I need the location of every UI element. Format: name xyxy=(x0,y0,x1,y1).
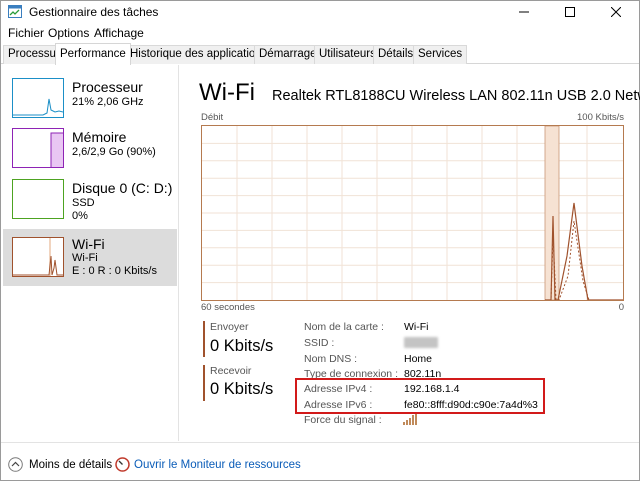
sidebar-wifi-throughput: E : 0 R : 0 Kbits/s xyxy=(72,265,157,277)
tab-services[interactable]: Services xyxy=(413,45,468,64)
footer-bar: Moins de détails Ouvrir le Moniteur de r… xyxy=(1,442,639,480)
ssid-redacted xyxy=(404,337,438,348)
send-stat: Envoyer 0 Kbits/s xyxy=(203,321,293,357)
tab-historique[interactable]: Historique des applications xyxy=(125,45,273,64)
receive-value: 0 Kbits/s xyxy=(210,380,274,398)
sidebar-processeur-usage: 21% 2,06 GHz xyxy=(72,96,144,108)
task-manager-window: Gestionnaire des tâches Fichier Options … xyxy=(0,0,640,481)
adapter-name: Realtek RTL8188CU Wireless LAN 802.11n U… xyxy=(272,88,640,104)
tab-performance[interactable]: Performance xyxy=(55,43,131,65)
open-resource-monitor-link[interactable]: Ouvrir le Moniteur de ressources xyxy=(134,459,301,471)
prop-label-force-signal: Force du signal : xyxy=(304,414,382,426)
sidebar-item-wifi[interactable]: Wi-Fi Wi-Fi E : 0 R : 0 Kbits/s xyxy=(3,229,177,286)
wifi-thumbnail-graph xyxy=(12,237,64,277)
menu-bar: Fichier Options Affichage xyxy=(1,24,639,42)
sidebar-disque-title: Disque 0 (C: D:) xyxy=(72,180,173,196)
close-icon xyxy=(611,7,621,17)
prop-label-nom-carte: Nom de la carte : xyxy=(304,321,384,333)
task-manager-icon xyxy=(8,5,22,18)
chevron-up-icon[interactable] xyxy=(8,457,23,472)
less-details-link[interactable]: Moins de détails xyxy=(29,459,112,471)
title-bar[interactable]: Gestionnaire des tâches xyxy=(1,1,639,23)
wifi-sparkline xyxy=(13,238,63,276)
page-title: Wi-Fi xyxy=(199,79,255,106)
prop-label-nom-dns: Nom DNS : xyxy=(304,353,358,365)
ip-address-highlight-box xyxy=(295,378,545,414)
resource-monitor-icon[interactable] xyxy=(115,457,130,472)
prop-value-nom-carte: Wi-Fi xyxy=(404,321,429,333)
memory-sparkline xyxy=(50,132,63,167)
menu-affichage[interactable]: Affichage xyxy=(94,26,144,40)
cpu-sparkline xyxy=(13,98,64,116)
tab-bar: Processus Performance Historique des app… xyxy=(1,43,639,65)
signal-strength-icon xyxy=(403,413,417,425)
graph-x-right-label: 0 xyxy=(618,302,624,313)
disk-thumbnail-graph xyxy=(12,179,64,219)
send-value: 0 Kbits/s xyxy=(210,337,274,355)
maximize-icon xyxy=(565,7,575,17)
sidebar-item-disque[interactable]: Disque 0 (C: D:) SSD 0% xyxy=(3,173,177,223)
maximize-button[interactable] xyxy=(547,1,593,23)
receive-label: Recevoir xyxy=(210,365,252,377)
sidebar-wifi-title: Wi-Fi xyxy=(72,236,105,252)
window-title: Gestionnaire des tâches xyxy=(29,5,159,19)
close-button[interactable] xyxy=(593,1,639,23)
prop-value-nom-dns: Home xyxy=(404,353,433,365)
graph-y-label: Débit xyxy=(201,112,224,123)
wifi-detail-panel: Wi-Fi Realtek RTL8188CU Wireless LAN 802… xyxy=(181,65,640,441)
graph-x-left-label: 60 secondes xyxy=(201,302,255,313)
menu-fichier[interactable]: Fichier xyxy=(8,26,44,40)
sidebar-processeur-title: Processeur xyxy=(72,79,143,95)
cpu-thumbnail-graph xyxy=(12,78,64,118)
throughput-graph-canvas xyxy=(202,125,623,301)
performance-sidebar: Processeur 21% 2,06 GHz Mémoire 2,6/2,9 … xyxy=(2,65,179,441)
menu-options[interactable]: Options xyxy=(48,26,89,40)
throughput-graph xyxy=(201,125,624,301)
minimize-button[interactable] xyxy=(501,1,547,23)
graph-y-max-label: 100 Kbits/s xyxy=(577,112,624,123)
minimize-icon xyxy=(519,11,529,13)
send-label: Envoyer xyxy=(210,321,249,333)
receive-stat: Recevoir 0 Kbits/s xyxy=(203,365,293,401)
sidebar-memoire-usage: 2,6/2,9 Go (90%) xyxy=(72,146,156,158)
tab-utilisateurs[interactable]: Utilisateurs xyxy=(314,45,381,64)
sidebar-disque-usage: 0% xyxy=(72,210,88,222)
sidebar-wifi-type: Wi-Fi xyxy=(72,252,98,264)
sidebar-disque-type: SSD xyxy=(72,197,95,209)
tab-details[interactable]: Détails xyxy=(373,45,419,64)
tab-demarrage[interactable]: Démarrage xyxy=(254,45,322,64)
sidebar-memoire-title: Mémoire xyxy=(72,129,127,145)
sidebar-item-memoire[interactable]: Mémoire 2,6/2,9 Go (90%) xyxy=(3,123,177,173)
graph-gridlines xyxy=(202,126,623,300)
sidebar-item-processeur[interactable]: Processeur 21% 2,06 GHz xyxy=(3,73,177,123)
memory-thumbnail-graph xyxy=(12,128,64,168)
prop-label-ssid: SSID : xyxy=(304,337,335,349)
